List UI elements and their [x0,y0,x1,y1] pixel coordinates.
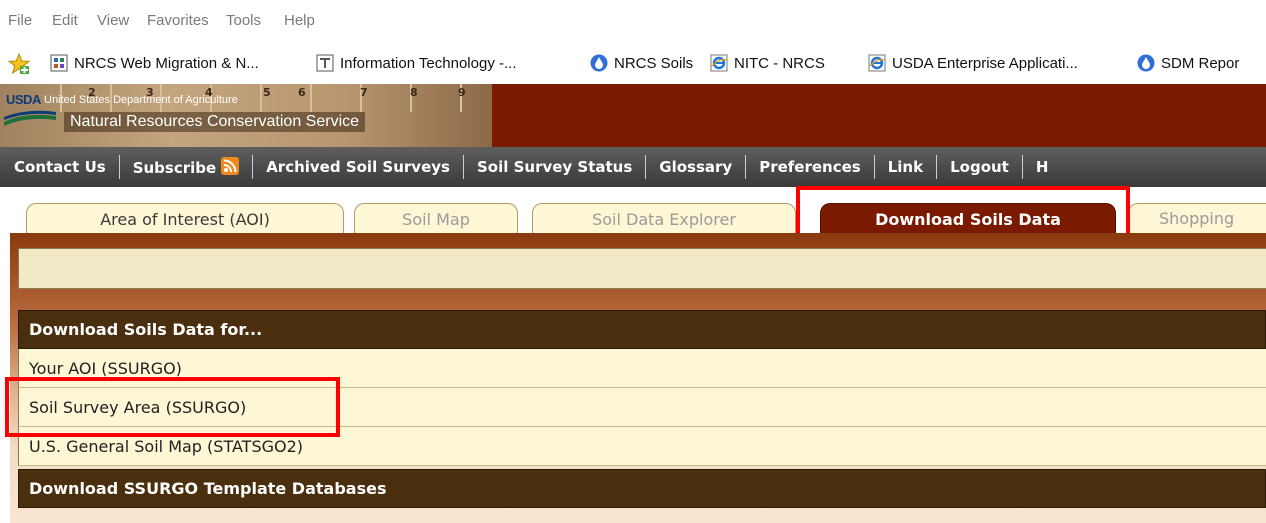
favorite-nitc-nrcs[interactable]: NITC - NRCS [710,50,825,76]
favorite-label: USDA Enterprise Applicati... [892,54,1078,72]
favorite-label: SDM Repor [1161,54,1240,72]
water-drop-icon [1137,54,1155,72]
favorite-sdm-report[interactable]: SDM Repor [1137,50,1239,76]
banner-photo: 2 3 4 5 6 7 8 9 USDA United States Depar… [0,84,492,147]
favorites-star-icon[interactable] [8,53,30,75]
site-banner: 2 3 4 5 6 7 8 9 USDA United States Depar… [0,84,1266,147]
favorite-information-technology[interactable]: Information Technology -... [316,50,516,76]
nav-contact-us[interactable]: Contact Us [0,158,119,176]
ruler-number: 6 [298,86,306,99]
page-doc-icon [316,54,334,72]
ruler-number: 7 [360,86,368,99]
favorite-usda-enterprise-applications[interactable]: USDA Enterprise Applicati... [868,50,1078,76]
browser-menu-bar: File Edit View Favorites Tools Help [0,0,1266,44]
nav-glossary[interactable]: Glossary [646,158,745,176]
ie-page-icon [868,54,886,72]
tab-soil-data-explorer[interactable]: Soil Data Explorer [532,203,796,234]
favorite-label: NRCS Soils [614,54,694,72]
nav-logout[interactable]: Logout [937,158,1022,176]
menu-view[interactable]: View [97,12,129,29]
favorites-bar: NRCS Web Migration & N... Information Te… [0,44,1266,82]
nav-subscribe[interactable]: Subscribe [120,157,253,177]
menu-help[interactable]: Help [284,12,315,29]
ruler-number: 9 [458,86,466,99]
nav-archived-soil-surveys[interactable]: Archived Soil Surveys [253,158,463,176]
favorite-label: Information Technology -... [340,54,517,72]
panel-header[interactable]: Download Soils Data for... [18,310,1266,349]
tab-shopping-cart[interactable]: Shopping [1128,203,1266,233]
tab-soil-map[interactable]: Soil Map [354,203,518,234]
favorite-label: NRCS Web Migration & N... [74,54,259,72]
tab-area-of-interest[interactable]: Area of Interest (AOI) [26,203,344,234]
ie-page-icon [710,54,728,72]
highlight-annotation-row [5,377,340,437]
favorite-label: NITC - NRCS [734,54,825,72]
tab-row: Area of Interest (AOI) Soil Map Soil Dat… [0,186,1266,248]
water-drop-icon [590,54,608,72]
menu-file[interactable]: File [8,12,32,29]
menu-favorites[interactable]: Favorites [147,12,209,29]
usda-swoosh-icon [4,110,56,126]
template-databases-header[interactable]: Download SSURGO Template Databases [18,469,1266,508]
agency-name: Natural Resources Conservation Service [64,112,366,132]
message-bar [18,248,1266,289]
menu-edit[interactable]: Edit [52,12,78,29]
nav-preferences[interactable]: Preferences [746,158,874,176]
nav-help[interactable]: H [1023,158,1062,176]
department-name: United States Department of Agriculture [44,94,238,106]
nav-link[interactable]: Link [875,158,936,176]
favorite-nrcs-web-migration[interactable]: NRCS Web Migration & N... [50,50,259,76]
rss-icon [221,157,240,175]
grid-doc-icon [50,54,68,72]
favorite-nrcs-soils[interactable]: NRCS Soils [590,50,693,76]
nav-soil-survey-status[interactable]: Soil Survey Status [464,158,645,176]
nav-subscribe-label: Subscribe [132,159,217,177]
ruler-number: 8 [410,86,418,99]
menu-tools[interactable]: Tools [226,12,261,29]
ruler-number: 5 [263,86,271,99]
site-navigation: Contact Us Subscribe Archived Soil Surve… [0,147,1266,187]
usda-logo[interactable]: USDA [6,92,41,107]
